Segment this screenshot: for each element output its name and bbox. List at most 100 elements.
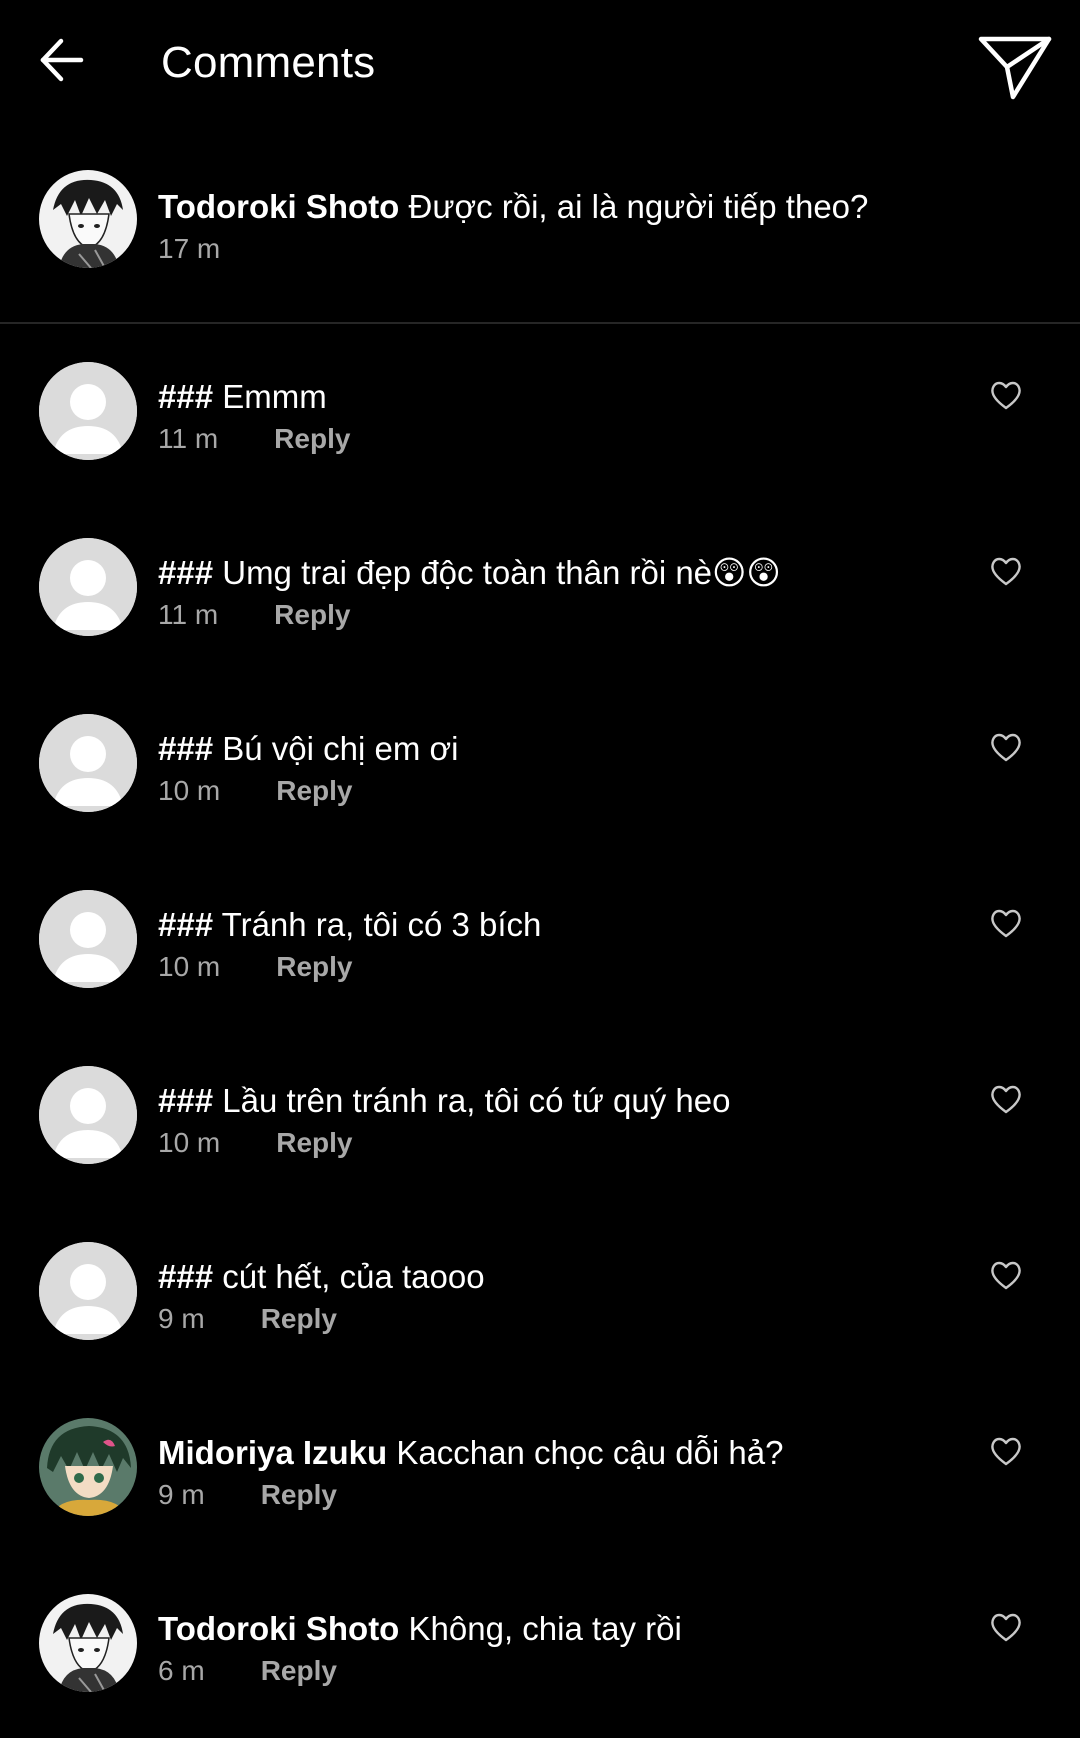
comment-text: ### Emmm bbox=[158, 377, 327, 417]
midoriya-avatar-image bbox=[39, 1418, 137, 1516]
like-button[interactable] bbox=[988, 905, 1024, 941]
comment-body: Không, chia tay rồi bbox=[408, 1610, 682, 1647]
reply-button[interactable]: Reply bbox=[276, 950, 352, 984]
back-button[interactable] bbox=[30, 28, 94, 92]
comment-timestamp: 6 m bbox=[158, 1655, 205, 1686]
comment-username[interactable]: Midoriya Izuku bbox=[158, 1434, 387, 1471]
caption-text: Todoroki Shoto Được rồi, ai là người tiế… bbox=[158, 187, 868, 227]
like-button[interactable] bbox=[988, 729, 1024, 765]
comment-row: ### cút hết, của taooo 9 m Reply bbox=[0, 1210, 1080, 1386]
comment-timestamp: 11 m bbox=[158, 599, 219, 630]
comment-row: ### Tránh ra, tôi có 3 bích 10 m Reply bbox=[0, 858, 1080, 1034]
post-caption: Todoroki Shoto Được rồi, ai là người tiế… bbox=[0, 150, 1080, 324]
default-avatar-icon bbox=[39, 538, 137, 636]
comment-body: cút hết, của taooo bbox=[222, 1258, 485, 1295]
reply-button[interactable]: Reply bbox=[276, 774, 352, 808]
heart-icon bbox=[991, 1261, 1021, 1290]
comment-meta: 10 m Reply bbox=[158, 1126, 353, 1160]
default-avatar-icon bbox=[39, 1066, 137, 1164]
comment-timestamp: 10 m bbox=[158, 775, 221, 806]
comment-meta: 11 m Reply bbox=[158, 422, 350, 456]
comment-username[interactable]: ### bbox=[158, 554, 213, 591]
share-button[interactable] bbox=[975, 28, 1055, 108]
caption-body: Được rồi, ai là người tiếp theo? bbox=[408, 188, 869, 225]
reply-button[interactable]: Reply bbox=[274, 422, 350, 456]
default-avatar-icon bbox=[39, 362, 137, 460]
avatar[interactable] bbox=[39, 714, 137, 812]
caption-meta: 17 m bbox=[158, 232, 220, 266]
avatar[interactable] bbox=[39, 1594, 137, 1692]
comment-body: Tránh ra, tôi có 3 bích bbox=[221, 906, 542, 943]
comment-row: ### Bú vội chị em ơi 10 m Reply bbox=[0, 682, 1080, 858]
comment-username[interactable]: ### bbox=[158, 906, 213, 943]
avatar[interactable] bbox=[39, 362, 137, 460]
comment-text: Midoriya Izuku Kacchan chọc cậu dỗi hả? bbox=[158, 1433, 783, 1473]
avatar[interactable] bbox=[39, 1418, 137, 1516]
comment-timestamp: 9 m bbox=[158, 1479, 205, 1510]
page-title: Comments bbox=[161, 38, 376, 87]
comment-body: Umg trai đẹp độc toàn thân rồi nè😲😲 bbox=[222, 554, 781, 591]
default-avatar-icon bbox=[39, 714, 137, 812]
comment-body: Emmm bbox=[222, 378, 327, 415]
comment-meta: 11 m Reply bbox=[158, 598, 350, 632]
like-button[interactable] bbox=[988, 553, 1024, 589]
comment-username[interactable]: ### bbox=[158, 1258, 213, 1295]
comment-timestamp: 10 m bbox=[158, 1127, 221, 1158]
comment-text: ### Tránh ra, tôi có 3 bích bbox=[158, 905, 541, 945]
caption-username[interactable]: Todoroki Shoto bbox=[158, 188, 399, 225]
avatar[interactable] bbox=[39, 1242, 137, 1340]
comment-text: ### Bú vội chị em ơi bbox=[158, 729, 458, 769]
like-button[interactable] bbox=[988, 1609, 1024, 1645]
comment-row: ### Emmm 11 m Reply bbox=[0, 330, 1080, 506]
reply-button[interactable]: Reply bbox=[261, 1478, 337, 1512]
comment-text: ### Umg trai đẹp độc toàn thân rồi nè😲😲 bbox=[158, 553, 781, 593]
avatar[interactable] bbox=[39, 890, 137, 988]
caption-timestamp: 17 m bbox=[158, 233, 221, 264]
comment-username[interactable]: ### bbox=[158, 378, 213, 415]
comment-text: Todoroki Shoto Không, chia tay rồi bbox=[158, 1609, 682, 1649]
reply-button[interactable]: Reply bbox=[261, 1654, 337, 1688]
default-avatar-icon bbox=[39, 890, 137, 988]
avatar[interactable] bbox=[39, 538, 137, 636]
heart-icon bbox=[991, 733, 1021, 762]
like-button[interactable] bbox=[988, 1081, 1024, 1117]
comment-timestamp: 10 m bbox=[158, 951, 221, 982]
heart-icon bbox=[991, 909, 1021, 938]
todoroki-avatar-image bbox=[39, 1594, 137, 1692]
heart-icon bbox=[991, 381, 1021, 410]
avatar[interactable] bbox=[39, 1066, 137, 1164]
comment-username[interactable]: Todoroki Shoto bbox=[158, 1610, 399, 1647]
comment-username[interactable]: ### bbox=[158, 730, 213, 767]
default-avatar-icon bbox=[39, 1242, 137, 1340]
reply-button[interactable]: Reply bbox=[274, 598, 350, 632]
avatar[interactable] bbox=[39, 170, 137, 268]
comment-timestamp: 11 m bbox=[158, 423, 219, 454]
comment-meta: 9 m Reply bbox=[158, 1478, 337, 1512]
like-button[interactable] bbox=[988, 377, 1024, 413]
todoroki-avatar-image bbox=[39, 170, 137, 268]
comment-username[interactable]: ### bbox=[158, 1082, 213, 1119]
comment-text: ### Lầu trên tránh ra, tôi có tứ quý heo bbox=[158, 1081, 730, 1121]
reply-button[interactable]: Reply bbox=[261, 1302, 337, 1336]
comment-meta: 10 m Reply bbox=[158, 950, 353, 984]
comment-meta: 9 m Reply bbox=[158, 1302, 337, 1336]
heart-icon bbox=[991, 1613, 1021, 1642]
heart-icon bbox=[991, 557, 1021, 586]
heart-icon bbox=[991, 1085, 1021, 1114]
arrow-left-icon bbox=[40, 38, 84, 82]
comment-row: ### Umg trai đẹp độc toàn thân rồi nè😲😲 1… bbox=[0, 506, 1080, 682]
like-button[interactable] bbox=[988, 1257, 1024, 1293]
comment-timestamp: 9 m bbox=[158, 1303, 205, 1334]
comment-row: ### Lầu trên tránh ra, tôi có tứ quý heo… bbox=[0, 1034, 1080, 1210]
comment-body: Lầu trên tránh ra, tôi có tứ quý heo bbox=[222, 1082, 731, 1119]
comment-row: Midoriya Izuku Kacchan chọc cậu dỗi hả? 9… bbox=[0, 1386, 1080, 1562]
heart-icon bbox=[991, 1437, 1021, 1466]
paper-plane-icon bbox=[978, 36, 1052, 100]
comment-body: Kacchan chọc cậu dỗi hả? bbox=[396, 1434, 784, 1471]
header-bar: Comments bbox=[0, 0, 1080, 130]
comment-meta: 10 m Reply bbox=[158, 774, 353, 808]
like-button[interactable] bbox=[988, 1433, 1024, 1469]
comment-body: Bú vội chị em ơi bbox=[222, 730, 459, 767]
reply-button[interactable]: Reply bbox=[276, 1126, 352, 1160]
comment-meta: 6 m Reply bbox=[158, 1654, 337, 1688]
